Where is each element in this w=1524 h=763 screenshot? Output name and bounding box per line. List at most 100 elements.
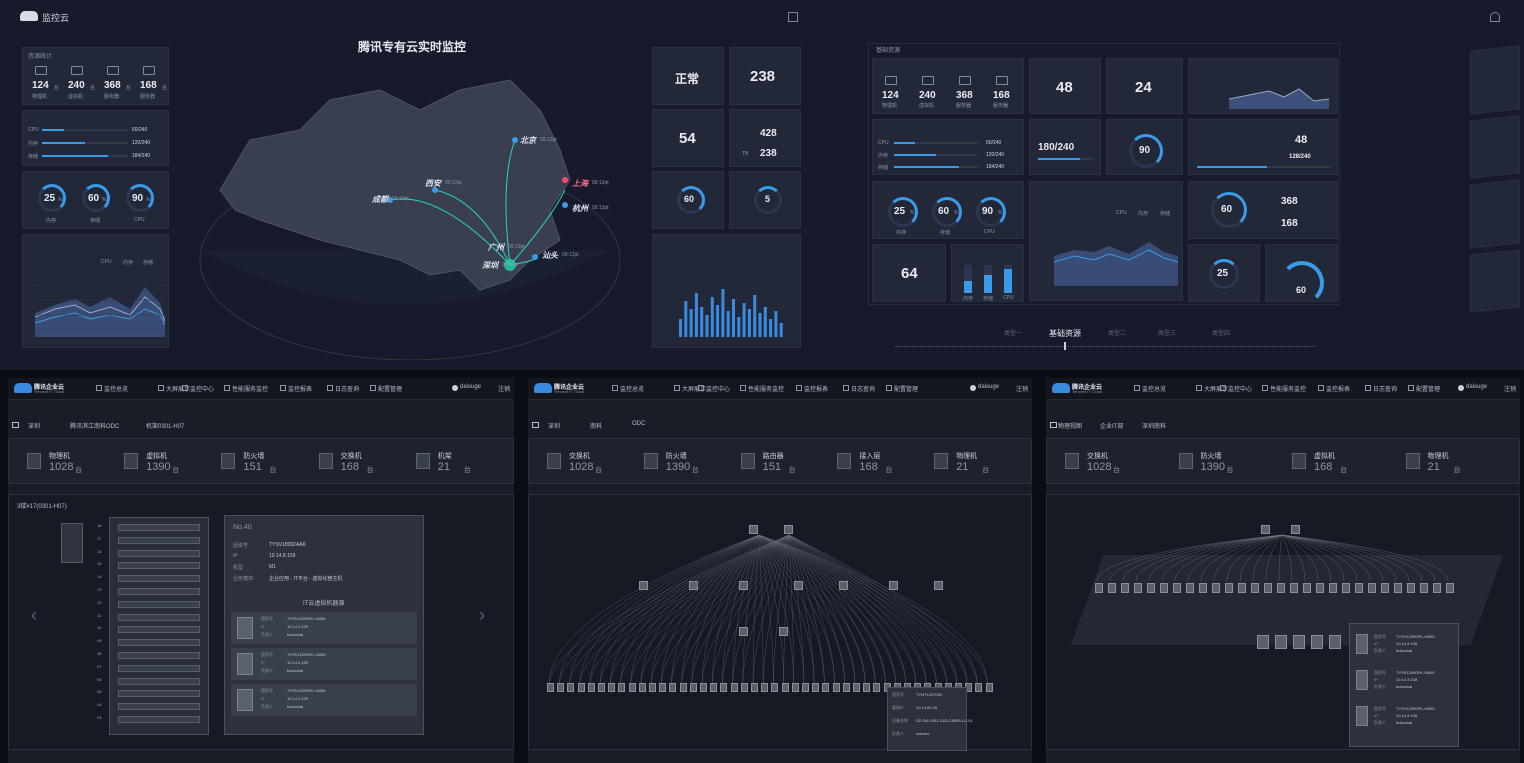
breadcrumb-item[interactable]: 腾讯滨江南科ODC [70,421,119,430]
access-node[interactable] [853,683,860,692]
server-node[interactable] [1311,635,1323,649]
access-node[interactable] [730,683,738,692]
access-node[interactable] [608,683,616,692]
network-node[interactable] [689,581,698,590]
dash2-tab[interactable]: 类型一 [1004,328,1022,337]
access-node[interactable] [771,683,779,692]
access-node[interactable] [557,683,565,692]
access-node[interactable] [689,683,697,692]
rack-node[interactable] [1290,583,1298,593]
home-icon[interactable] [1050,422,1057,428]
rack-node[interactable] [1212,583,1220,593]
rack-node[interactable] [1407,583,1415,593]
rack-node[interactable] [1394,583,1402,593]
network-node[interactable] [739,581,748,590]
nav-item[interactable]: 日志查询 [851,384,875,393]
nav-item[interactable]: 监控总览 [1142,384,1166,393]
network-node[interactable] [784,525,793,534]
access-node[interactable] [669,683,677,692]
access-node[interactable] [751,683,758,692]
rack-unit[interactable] [118,716,200,723]
access-node[interactable] [720,683,728,692]
home-icon[interactable] [12,422,19,428]
vm-card[interactable]: 固资号 TYSV12090FK-VM05 IP 10.14.2.109 负责人 boboc… [231,648,417,680]
access-node[interactable] [700,683,707,692]
nav-item[interactable]: 日志查询 [1373,384,1397,393]
nav-item[interactable]: 监控中心 [1228,384,1252,393]
access-node[interactable] [975,683,983,692]
rack-node[interactable] [1173,583,1181,593]
user-name[interactable]: daisuge [1466,384,1487,390]
rack-unit[interactable] [118,703,200,711]
breadcrumb-item[interactable]: 深圳南科 [1142,421,1166,430]
dash2-tab[interactable]: 基础资源 [1049,328,1081,339]
prev-arrow-icon[interactable]: ‹ [31,605,37,626]
dash2-timeline[interactable] [895,346,1315,347]
user-name[interactable]: daisuge [978,384,999,390]
access-node[interactable] [781,683,789,692]
user-name[interactable]: daisuge [460,384,481,390]
access-node[interactable] [761,683,769,692]
rack-thumbnail[interactable] [61,523,83,563]
rack-node[interactable] [1225,583,1233,593]
access-node[interactable] [577,683,585,692]
next-arrow-icon[interactable]: › [479,605,485,626]
rack-node[interactable] [1329,583,1337,593]
network-node[interactable] [889,581,898,590]
access-node[interactable] [802,683,809,692]
nav-item[interactable]: 配置管理 [894,384,918,393]
vm-card[interactable]: 固资号 TYSV12090FK-VM05 IP 10.14.2.109 负责人 boboc… [231,684,417,716]
server-node[interactable] [1329,635,1341,649]
layout-icon[interactable] [788,12,798,22]
rack-node[interactable] [1277,583,1285,593]
rack-unit[interactable] [118,536,200,544]
access-node[interactable] [842,683,850,692]
breadcrumb-item[interactable]: 企业IT部 [1100,421,1123,430]
rack-node[interactable] [1381,583,1389,593]
rack-unit[interactable] [118,664,200,672]
network-node[interactable] [779,627,788,636]
network-node[interactable] [639,581,648,590]
network-node[interactable] [749,525,758,534]
rack-unit[interactable] [118,626,200,634]
access-node[interactable] [791,683,799,692]
core-node[interactable] [1261,525,1270,534]
rack-node[interactable] [1355,583,1363,593]
breadcrumb-item[interactable]: ODC [632,421,645,427]
rack-node[interactable] [1446,583,1454,593]
panel-icon[interactable] [1490,12,1500,22]
rack-node[interactable] [1238,583,1246,593]
rack-node[interactable] [1095,583,1103,593]
rack-node[interactable] [1316,583,1324,593]
nav-item[interactable]: 监控总览 [620,384,644,393]
breadcrumb-item[interactable]: 南科 [590,421,602,430]
rack-node[interactable] [1147,583,1155,593]
nav-item[interactable]: 性能服务监控 [1270,384,1306,393]
access-node[interactable] [863,683,871,692]
breadcrumb-item[interactable]: 深圳 [28,421,40,430]
rack-unit[interactable] [118,652,200,659]
rack-node[interactable] [1199,583,1207,593]
dash2-tab[interactable]: 类型二 [1108,328,1126,337]
nav-item[interactable]: 日志查询 [335,384,359,393]
nav-item[interactable]: 监控报表 [288,384,312,393]
breadcrumb-item[interactable]: 物理视图 [1058,421,1082,430]
access-node[interactable] [547,683,554,692]
rack-node[interactable] [1433,583,1441,593]
rack-unit[interactable] [118,677,200,685]
nav-item[interactable]: 监控总览 [104,384,128,393]
rack-node[interactable] [1368,583,1376,593]
dash2-tab[interactable]: 类型四 [1212,328,1230,337]
access-node[interactable] [812,683,820,692]
breadcrumb-item[interactable]: 机架0301-H07 [146,421,184,430]
rack-unit[interactable] [118,524,200,531]
rack-node[interactable] [1186,583,1194,593]
access-node[interactable] [822,683,830,692]
nav-item[interactable]: 配置管理 [378,384,402,393]
network-node[interactable] [739,627,748,636]
rack-node[interactable] [1108,583,1116,593]
access-node[interactable] [832,683,840,692]
nav-item[interactable]: 性能服务监控 [748,384,784,393]
logout-link[interactable]: 注销 [1016,384,1028,393]
server-node[interactable] [1257,635,1269,649]
